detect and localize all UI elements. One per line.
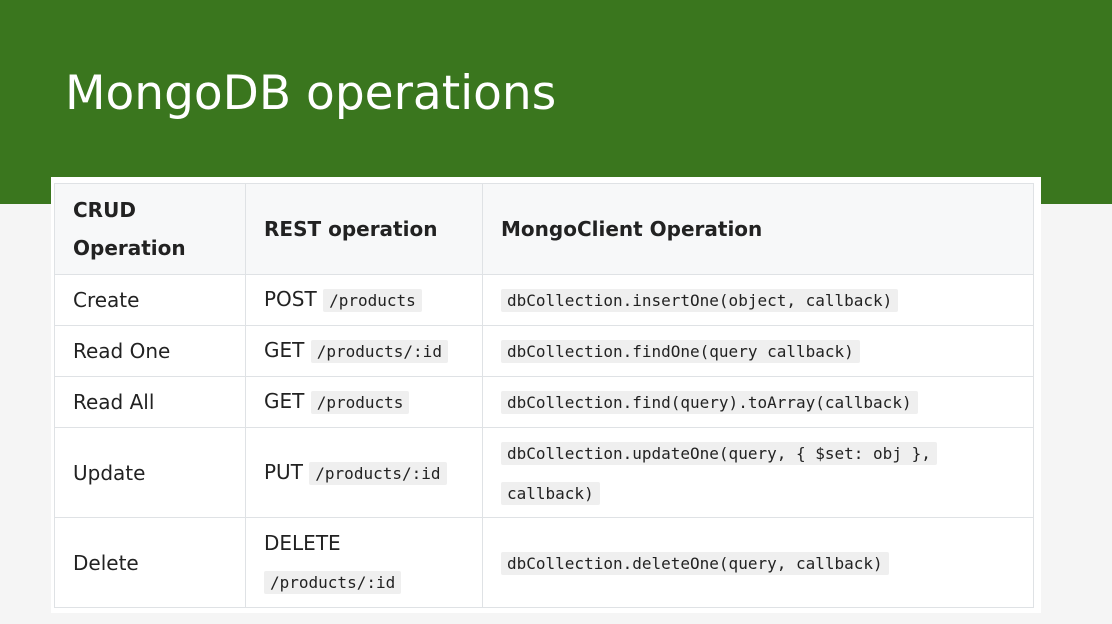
table-panel: CRUD Operation REST operation MongoClien… (51, 177, 1041, 613)
cell-rest: PUT /products/:id (245, 427, 483, 518)
rest-path-code: /products (310, 391, 410, 414)
cell-mongo: dbCollection.insertOne(object, callback) (482, 274, 1034, 326)
rest-method: POST (264, 287, 317, 311)
header-rest-operation: REST operation (245, 183, 483, 275)
cell-mongo: dbCollection.updateOne(query, { $set: ob… (482, 427, 1034, 518)
cell-crud: Read One (54, 325, 246, 377)
mongo-code: dbCollection.deleteOne(query, callback) (501, 551, 889, 575)
cell-crud: Delete (54, 517, 246, 608)
cell-mongo: dbCollection.deleteOne(query, callback) (482, 517, 1034, 608)
slide-title: MongoDB operations (65, 66, 557, 121)
table-header-row: CRUD Operation REST operation MongoClien… (54, 183, 1034, 275)
table-row-read-one: Read One GET /products/:id dbCollection.… (54, 325, 1034, 377)
table-row-create: Create POST /products dbCollection.inser… (54, 274, 1034, 326)
cell-mongo: dbCollection.findOne(query callback) (482, 325, 1034, 377)
rest-method: GET (264, 338, 305, 362)
rest-path-code: /products/:id (310, 340, 448, 363)
cell-rest: GET /products/:id (245, 325, 483, 377)
mongo-code: dbCollection.findOne(query callback) (501, 340, 860, 363)
mongo-code-line-1: dbCollection.updateOne(query, { $set: ob… (501, 441, 937, 465)
mongo-code: dbCollection.insertOne(object, callback) (501, 289, 899, 312)
mongo-code: dbCollection.find(query).toArray(callbac… (501, 391, 918, 414)
cell-crud: Create (54, 274, 246, 326)
rest-method: PUT (264, 459, 303, 484)
table-row-read-all: Read All GET /products dbCollection.find… (54, 376, 1034, 428)
table-row-delete: Delete DELETE/products/:id dbCollection.… (54, 517, 1034, 608)
cell-crud: Update (54, 427, 246, 518)
rest-path-code: /products (323, 289, 422, 312)
rest-method: DELETE (264, 530, 341, 555)
rest-path-code: /products/:id (309, 461, 447, 485)
header-mongoclient-operation: MongoClient Operation (482, 183, 1034, 275)
cell-mongo: dbCollection.find(query).toArray(callbac… (482, 376, 1034, 428)
mongo-code-line-2: callback) (501, 481, 600, 505)
cell-rest: DELETE/products/:id (245, 517, 483, 608)
cell-rest: POST /products (245, 274, 483, 326)
table-row-update: Update PUT /products/:id dbCollection.up… (54, 427, 1034, 518)
rest-method: GET (264, 389, 305, 413)
cell-rest: GET /products (245, 376, 483, 428)
operations-table: CRUD Operation REST operation MongoClien… (54, 183, 1034, 608)
cell-crud: Read All (54, 376, 246, 428)
rest-path-code: /products/:id (264, 570, 402, 594)
header-crud-operation: CRUD Operation (54, 183, 246, 275)
